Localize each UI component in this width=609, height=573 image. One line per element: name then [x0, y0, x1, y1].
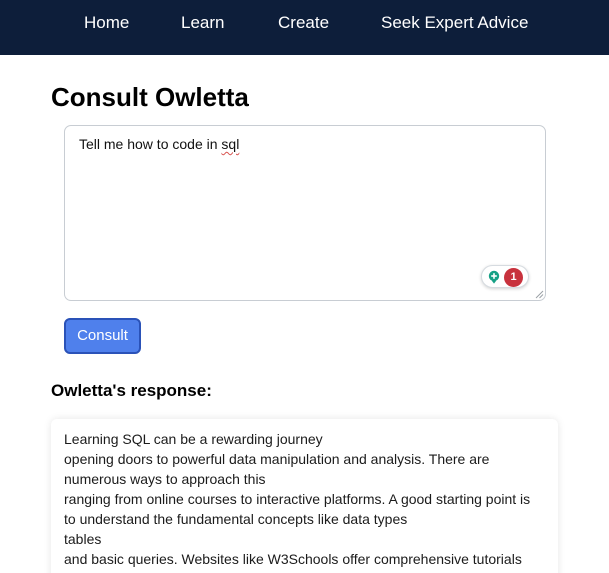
response-line: and basic queries. Websites like W3Schoo… [64, 551, 522, 567]
response-panel: Learning SQL can be a rewarding journey … [51, 419, 558, 573]
response-heading: Owletta's response: [51, 381, 212, 400]
response-line: tables [64, 531, 102, 547]
resize-grip-icon[interactable] [535, 290, 544, 299]
page-title: Consult Owletta [51, 82, 249, 112]
prompt-textarea[interactable]: Tell me how to code in sql 1 [64, 125, 546, 301]
response-line: to understand the fundamental concepts l… [64, 511, 408, 527]
response-line: opening doors to powerful data manipulat… [64, 451, 490, 467]
top-navigation-bar: Home Learn Create Seek Expert Advice [0, 0, 609, 55]
grammar-issue-badge: 1 [504, 268, 523, 287]
grammar-assistant-icon [488, 270, 500, 284]
response-line: ranging from online courses to interacti… [64, 491, 531, 507]
response-line: Learning SQL can be a rewarding journey [64, 431, 323, 447]
response-line: numerous ways to approach this [64, 471, 266, 487]
nav-link-home[interactable]: Home [84, 13, 129, 33]
prompt-text: Tell me how to code in sql [79, 136, 239, 152]
prompt-text-prefix: Tell me how to code in [79, 136, 222, 152]
nav-link-seek-expert-advice[interactable]: Seek Expert Advice [381, 13, 528, 33]
nav-link-create[interactable]: Create [278, 13, 329, 33]
nav-link-learn[interactable]: Learn [181, 13, 224, 33]
grammar-assistant-widget[interactable]: 1 [481, 265, 529, 288]
misspelled-word: sql [221, 136, 240, 152]
consult-button[interactable]: Consult [64, 318, 141, 354]
